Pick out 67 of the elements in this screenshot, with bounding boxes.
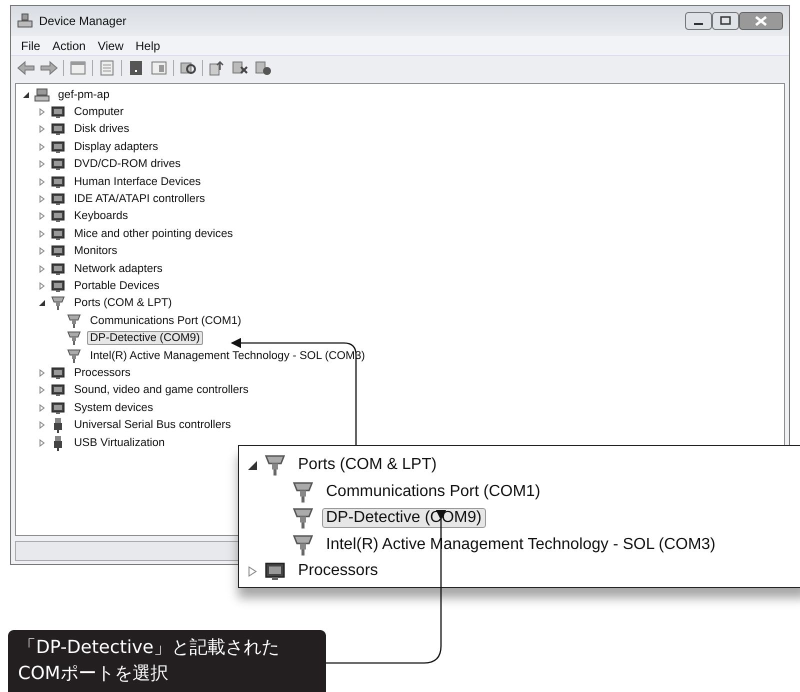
tree-item[interactable]: IDE ATA/ATAPI controllers xyxy=(71,192,208,206)
close-button[interactable] xyxy=(739,12,783,30)
panel-icon[interactable] xyxy=(69,59,87,77)
port-icon xyxy=(291,506,315,530)
tree-item[interactable]: System devices xyxy=(71,400,156,415)
device-icon xyxy=(50,138,66,155)
tree-item[interactable]: DVD/CD-ROM drives xyxy=(71,157,184,172)
expander-icon[interactable] xyxy=(247,460,258,471)
tree-item[interactable]: DP-Detective (COM9) xyxy=(87,331,203,346)
device-icon xyxy=(50,278,66,294)
forward-arrow-icon[interactable] xyxy=(40,59,58,77)
port-icon xyxy=(66,330,82,346)
tree-item[interactable]: Communications Port (COM1) xyxy=(322,482,544,502)
tree-item[interactable]: Computer xyxy=(71,105,127,120)
tree-item[interactable]: Ports (COM & LPT) xyxy=(294,455,441,476)
port-icon xyxy=(291,532,315,557)
menu-item[interactable]: View xyxy=(92,38,130,52)
computer-icon xyxy=(17,13,33,29)
device-icon xyxy=(50,208,66,224)
help-icon[interactable] xyxy=(127,59,145,77)
tree-item[interactable]: Ports (COM & LPT) xyxy=(71,296,175,310)
tree-item[interactable]: Universal Serial Bus controllers xyxy=(71,418,234,432)
tree-item[interactable]: Display adapters xyxy=(71,140,162,154)
device-icon xyxy=(50,364,66,381)
port-icon xyxy=(66,348,82,364)
menu-item[interactable]: File xyxy=(15,38,46,52)
device-icon xyxy=(50,400,66,416)
device-icon xyxy=(50,191,66,208)
device-icon xyxy=(50,104,66,120)
tree-item[interactable]: Processors xyxy=(71,366,134,380)
tree-item[interactable]: Disk drives xyxy=(71,122,132,136)
port-icon xyxy=(291,480,315,504)
tree-item[interactable]: Portable Devices xyxy=(71,278,162,293)
device-icon xyxy=(50,382,66,398)
minimize-button[interactable] xyxy=(685,12,712,30)
window-title: Device Manager xyxy=(39,14,126,28)
tree-item[interactable]: Processors xyxy=(294,561,382,582)
expander-icon[interactable] xyxy=(38,299,46,308)
tree-item[interactable]: Communications Port (COM1) xyxy=(87,314,244,328)
tree-item[interactable]: Mice and other pointing devices xyxy=(71,226,236,241)
device-icon xyxy=(50,174,66,190)
tree-item[interactable]: gef-pm-ap xyxy=(55,88,112,102)
menu-item[interactable]: Action xyxy=(46,38,92,52)
device-icon xyxy=(50,260,66,277)
tree-item[interactable]: Network adapters xyxy=(71,262,166,276)
device-icon xyxy=(50,156,66,172)
maximize-button[interactable] xyxy=(712,12,739,30)
tree-item[interactable]: Monitors xyxy=(71,244,120,258)
menu-item[interactable]: Help xyxy=(130,38,166,52)
caption: 「DP-Detective」と記載された COMポートを選択 xyxy=(8,630,326,692)
document-icon[interactable] xyxy=(98,59,116,77)
port-icon xyxy=(66,312,82,329)
device-icon xyxy=(50,226,66,242)
tree-item[interactable]: USB Virtualization xyxy=(71,436,168,450)
tree-item[interactable]: Sound, video and game controllers xyxy=(71,383,252,398)
panel-icon[interactable] xyxy=(150,59,168,77)
port-icon xyxy=(263,453,287,478)
back-arrow-icon[interactable] xyxy=(17,59,35,77)
device-icon xyxy=(50,243,66,260)
tree-item[interactable]: Keyboards xyxy=(71,209,132,224)
tree-item[interactable]: Human Interface Devices xyxy=(71,174,204,189)
device-icon xyxy=(50,121,66,138)
uninstall-icon[interactable] xyxy=(254,59,272,77)
port-icon xyxy=(50,295,66,312)
expander-icon[interactable] xyxy=(22,90,30,99)
computer-icon xyxy=(34,86,50,103)
update-icon[interactable] xyxy=(208,59,226,77)
